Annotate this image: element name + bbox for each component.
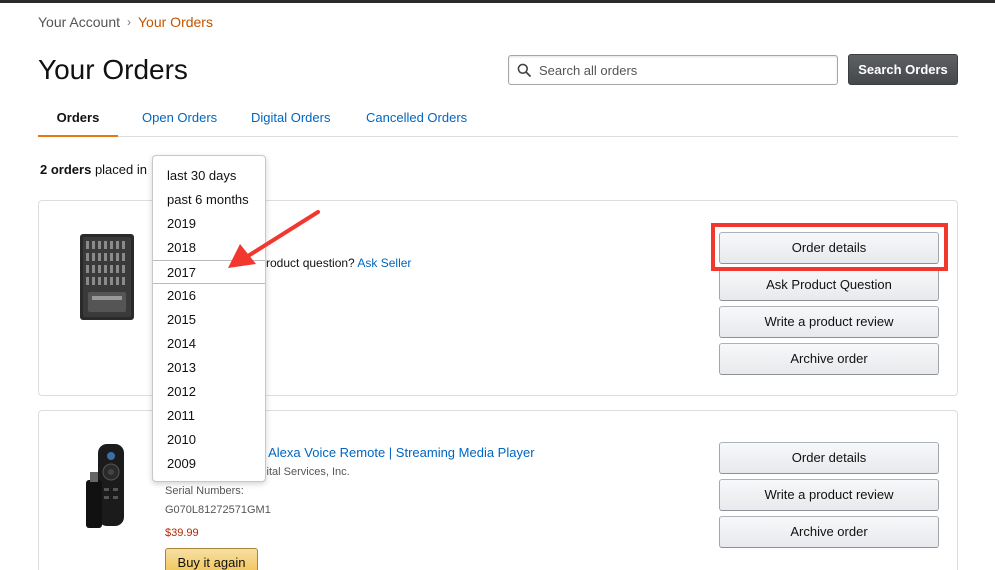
breadcrumb-your-account[interactable]: Your Account [38,14,120,30]
product-seller: igital Services, Inc. [258,466,350,478]
search-input[interactable] [539,62,829,78]
breadcrumb-your-orders: Your Orders [138,14,213,30]
write-review-button[interactable]: Write a product review [719,306,939,338]
product-question: Product question? Ask Seller [258,256,411,270]
dropdown-option[interactable]: 2016 [153,284,265,308]
breadcrumb: Your Account › Your Orders [38,14,213,30]
dropdown-option[interactable]: past 6 months [153,188,265,212]
order-tabs: Orders Open Orders Digital Orders Cancel… [38,110,958,137]
tab-open-orders[interactable]: Open Orders [142,110,217,137]
time-filter-dropdown[interactable]: last 30 days past 6 months 2019 2018 201… [152,155,266,482]
product-title-link[interactable]: n Alexa Voice Remote | Streaming Media P… [258,445,535,460]
page-title: Your Orders [38,54,188,85]
ask-product-question-button[interactable]: Ask Product Question [719,269,939,301]
archive-order-button[interactable]: Archive order [719,516,939,548]
product-question-label: Product question? [258,256,355,270]
orders-placed-in-label: placed in [94,162,147,177]
orders-count-number: 2 orders [40,162,92,177]
buy-it-again-button[interactable]: Buy it again [165,548,258,570]
search-orders-button[interactable]: Search Orders [848,54,958,85]
dropdown-option[interactable]: 2012 [153,380,265,404]
search-box[interactable] [508,55,838,85]
dropdown-option[interactable]: 2009 [153,452,265,476]
top-border [0,0,995,3]
dropdown-option-highlighted[interactable]: 2017 [153,260,265,284]
ask-seller-link[interactable]: Ask Seller [357,256,411,270]
dropdown-option[interactable]: 2013 [153,356,265,380]
screwdriver-kit-image[interactable] [78,232,136,322]
write-review-button[interactable]: Write a product review [719,479,939,511]
tab-cancelled-orders[interactable]: Cancelled Orders [366,110,467,137]
breadcrumb-separator: › [127,15,131,29]
dropdown-option[interactable]: 2014 [153,332,265,356]
product-price: $39.99 [165,527,199,539]
dropdown-option[interactable]: last 30 days [153,164,265,188]
search-icon [517,63,531,77]
order-details-highlight-box [711,223,948,271]
archive-order-button[interactable]: Archive order [719,343,939,375]
serial-numbers-label: Serial Numbers: [165,485,244,497]
order-details-button[interactable]: Order details [719,442,939,474]
orders-count: 2 orders placed in [40,162,147,177]
tab-digital-orders[interactable]: Digital Orders [251,110,330,137]
serial-number-value: G070L81272571GM1 [165,504,271,516]
dropdown-option[interactable]: 2019 [153,212,265,236]
dropdown-option[interactable]: 2011 [153,404,265,428]
tab-orders[interactable]: Orders [38,110,118,137]
fire-tv-stick-image[interactable] [82,442,130,534]
dropdown-option[interactable]: 2010 [153,428,265,452]
dropdown-option[interactable]: 2018 [153,236,265,260]
dropdown-option[interactable]: 2015 [153,308,265,332]
